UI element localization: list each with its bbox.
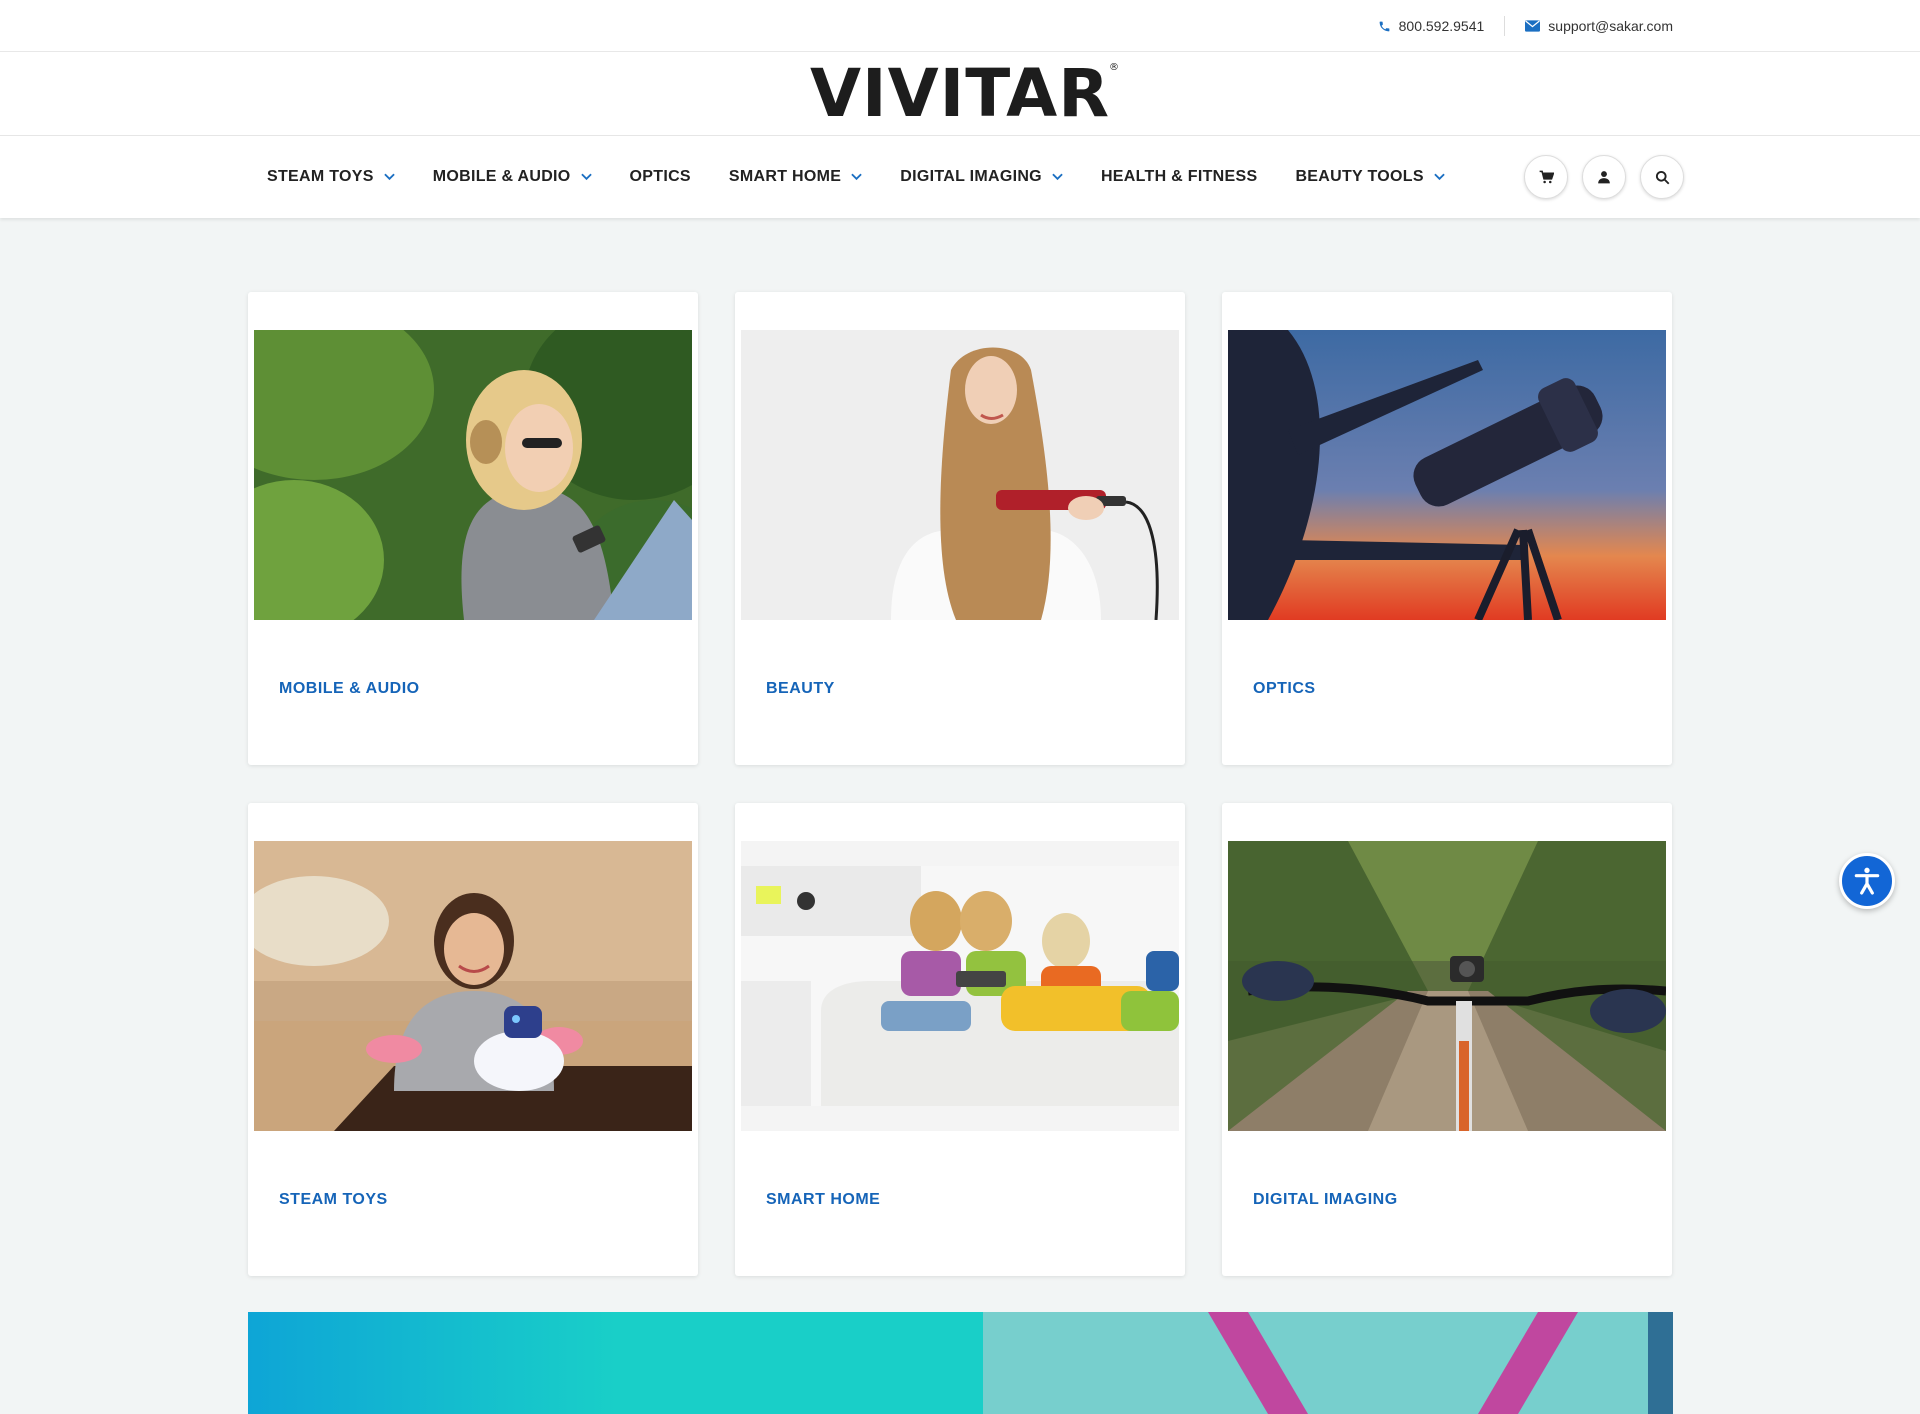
category-card-mobile-audio[interactable]: MOBILE & AUDIO bbox=[248, 292, 698, 765]
woman-hair-straightener-photo[interactable] bbox=[741, 330, 1179, 620]
search-button[interactable] bbox=[1640, 155, 1684, 199]
category-label[interactable]: DIGITAL IMAGING bbox=[1253, 1191, 1398, 1209]
chevron-down-icon bbox=[580, 168, 592, 186]
envelope-icon bbox=[1525, 20, 1541, 32]
telescope-sunset-photo[interactable] bbox=[1228, 330, 1666, 620]
bike-action-camera-photo[interactable] bbox=[1228, 841, 1666, 1131]
cart-icon bbox=[1539, 170, 1554, 184]
nav-item-optics[interactable]: OPTICS bbox=[611, 168, 710, 186]
category-label[interactable]: STEAM TOYS bbox=[279, 1191, 388, 1209]
category-label[interactable]: OPTICS bbox=[1253, 680, 1316, 698]
chevron-down-icon bbox=[1052, 168, 1063, 186]
email-link[interactable]: support@sakar.com bbox=[1525, 18, 1673, 34]
logo-bar: VIVITAR ® bbox=[0, 52, 1920, 136]
phone-link[interactable]: 800.592.9541 bbox=[1378, 18, 1485, 34]
accessibility-icon bbox=[1851, 865, 1883, 897]
kids-tablet-sofa-photo[interactable] bbox=[741, 841, 1179, 1131]
nav-item-label: OPTICS bbox=[629, 168, 691, 185]
category-card-smart-home[interactable]: SMART HOME bbox=[735, 803, 1185, 1276]
phone-number: 800.592.9541 bbox=[1398, 18, 1485, 34]
nav-item-smart-home[interactable]: SMART HOME bbox=[710, 168, 881, 186]
vivitar-logo[interactable]: VIVITAR ® bbox=[810, 60, 1119, 127]
search-icon bbox=[1655, 170, 1670, 185]
nav-item-steam-toys[interactable]: STEAM TOYS bbox=[248, 168, 414, 186]
header-icon-buttons bbox=[1524, 136, 1684, 218]
nav-item-label: SMART HOME bbox=[728, 168, 842, 185]
category-card-steam-toys[interactable]: STEAM TOYS bbox=[248, 803, 698, 1276]
contact-divider bbox=[1504, 16, 1506, 36]
promo-banner[interactable] bbox=[248, 1312, 1673, 1414]
chevron-down-icon bbox=[1434, 168, 1445, 186]
contact-info: 800.592.9541 support@sakar.com bbox=[1378, 0, 1673, 52]
woman-headphones-phone-photo[interactable] bbox=[254, 330, 692, 620]
nav-item-label: HEALTH & FITNESS bbox=[1100, 168, 1258, 185]
nav-item-label: DIGITAL IMAGING bbox=[900, 168, 1042, 185]
category-label[interactable]: SMART HOME bbox=[766, 1191, 880, 1209]
registered-mark: ® bbox=[1109, 61, 1121, 73]
nav-item-label: BEAUTY TOOLS bbox=[1295, 168, 1424, 185]
chevron-down-icon bbox=[383, 168, 395, 186]
category-label[interactable]: MOBILE & AUDIO bbox=[279, 680, 420, 698]
logo-text: VIVITAR bbox=[809, 54, 1111, 132]
accessibility-button[interactable] bbox=[1839, 853, 1895, 909]
category-card-optics[interactable]: OPTICS bbox=[1222, 292, 1672, 765]
category-card-beauty[interactable]: BEAUTY bbox=[735, 292, 1185, 765]
phone-icon bbox=[1378, 20, 1391, 33]
chevron-down-icon bbox=[851, 168, 862, 186]
top-utility-bar: 800.592.9541 support@sakar.com bbox=[0, 0, 1920, 52]
user-icon bbox=[1597, 170, 1611, 184]
category-label[interactable]: BEAUTY bbox=[766, 680, 835, 698]
nav-item-label: MOBILE & AUDIO bbox=[432, 168, 571, 185]
category-grid: MOBILE & AUDIO BEAUTY OPTICS STEAM TOYS … bbox=[248, 292, 1673, 1276]
account-button[interactable] bbox=[1582, 155, 1626, 199]
nav-item-beauty-tools[interactable]: BEAUTY TOOLS bbox=[1276, 168, 1463, 186]
nav-item-label: STEAM TOYS bbox=[267, 168, 374, 185]
cart-button[interactable] bbox=[1524, 155, 1568, 199]
nav-item-mobile-audio[interactable]: MOBILE & AUDIO bbox=[414, 168, 611, 186]
girl-robot-dog-photo[interactable] bbox=[254, 841, 692, 1131]
nav-item-digital-imaging[interactable]: DIGITAL IMAGING bbox=[881, 168, 1082, 186]
nav-menu: STEAM TOYS MOBILE & AUDIO OPTICS SMART H… bbox=[248, 136, 1464, 218]
main-navigation: STEAM TOYS MOBILE & AUDIO OPTICS SMART H… bbox=[0, 136, 1920, 218]
email-address: support@sakar.com bbox=[1548, 18, 1673, 34]
category-card-digital-imaging[interactable]: DIGITAL IMAGING bbox=[1222, 803, 1672, 1276]
nav-item-health-fitness[interactable]: HEALTH & FITNESS bbox=[1082, 168, 1277, 186]
